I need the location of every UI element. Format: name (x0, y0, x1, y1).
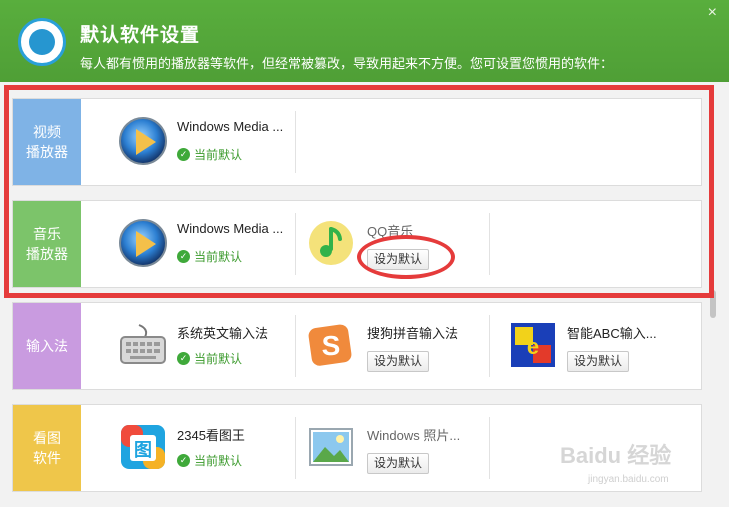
watermark-logo: Baidu 经验 (560, 443, 672, 468)
svg-text:e: e (527, 334, 539, 359)
svg-text:S: S (322, 330, 341, 361)
cursor-click-icon (18, 18, 66, 66)
svg-text:图: 图 (134, 440, 152, 460)
divider (489, 315, 490, 377)
sogou-pinyin-icon: S (308, 324, 352, 366)
divider (295, 417, 296, 479)
2345-image-viewer-icon: 图 (121, 425, 165, 469)
check-icon: ✓ (177, 352, 190, 365)
app-name: Windows 照片... (367, 428, 461, 443)
app-cell: 图 2345看图王 ✓ 当前默认 (81, 405, 277, 491)
app-cell: e 智能ABC输入... 设为默认 (491, 303, 687, 389)
app-name: 2345看图王 (177, 428, 245, 443)
app-cell: S 搜狗拼音输入法 设为默认 (297, 303, 493, 389)
highlight-frame (4, 85, 714, 298)
set-default-button[interactable]: 设为默认 (367, 453, 430, 474)
category-label-input: 输入法 (13, 303, 81, 389)
header-bar: 默认软件设置 每人都有惯用的播放器等软件，但经常被篡改，导致用起来不方便。您可设… (0, 0, 729, 82)
app-name: 智能ABC输入... (567, 326, 657, 341)
abc-input-icon: e (511, 323, 555, 367)
page-title: 默认软件设置 (80, 25, 201, 46)
app-name: 搜狗拼音输入法 (367, 326, 459, 341)
app-name: 系统英文输入法 (177, 326, 269, 341)
page-subtitle: 每人都有惯用的播放器等软件，但经常被篡改，导致用起来不方便。您可设置您惯用的软件… (80, 56, 614, 71)
keyboard-icon (120, 324, 166, 364)
category-label-image-viewer: 看图 软件 (13, 405, 81, 491)
app-cell: Windows 照片... 设为默认 (297, 405, 493, 491)
app-cell: 系统英文输入法 ✓ 当前默认 (81, 303, 277, 389)
highlight-ellipse (357, 235, 455, 279)
watermark-url: jingyan.baidu.com (588, 474, 669, 485)
set-default-button[interactable]: 设为默认 (567, 351, 630, 372)
check-icon: ✓ (177, 454, 190, 467)
close-button[interactable]: × (708, 4, 717, 22)
divider (295, 315, 296, 377)
category-row-input: 输入法 系统英文输入法 ✓ 当前默认 S 搜狗拼音输入法 设为默认 e 智能AB… (12, 302, 702, 390)
default-status: ✓ 当前默认 (177, 350, 242, 367)
default-status: ✓ 当前默认 (177, 452, 242, 469)
set-default-button[interactable]: 设为默认 (367, 351, 430, 372)
divider (489, 417, 490, 479)
windows-photo-viewer-icon (309, 428, 353, 466)
